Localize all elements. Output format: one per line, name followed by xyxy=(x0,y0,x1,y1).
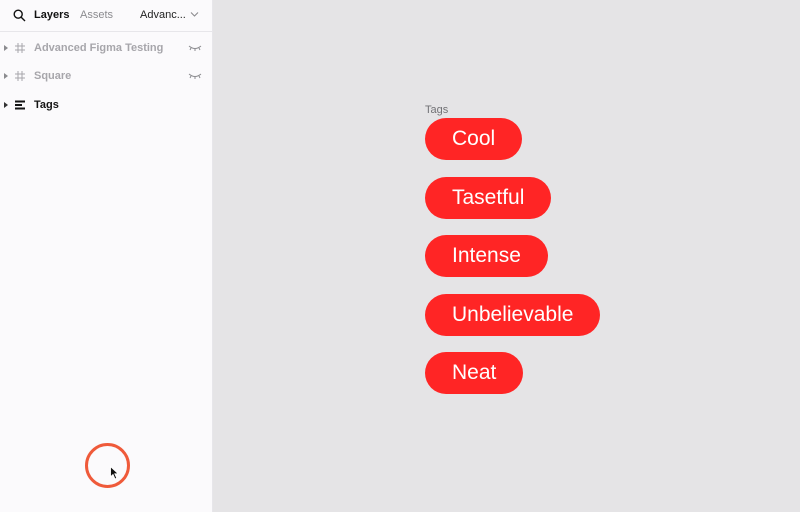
layer-item-tags[interactable]: Tags xyxy=(0,91,213,119)
tag-pill[interactable]: Cool xyxy=(425,118,523,160)
frame-icon xyxy=(15,71,25,81)
frame-title[interactable]: Tags xyxy=(425,104,448,117)
cursor-icon xyxy=(110,466,119,480)
caret-right-icon[interactable] xyxy=(3,101,9,109)
tab-layers[interactable]: Layers xyxy=(34,9,69,22)
chevron-down-icon[interactable] xyxy=(190,11,199,18)
layer-item-advanced-figma-testing[interactable]: Advanced Figma Testing xyxy=(0,34,213,62)
tab-assets[interactable]: Assets xyxy=(80,9,113,22)
auto-layout-icon xyxy=(15,100,25,110)
caret-right-icon[interactable] xyxy=(3,44,9,52)
search-icon[interactable] xyxy=(13,9,26,22)
sidebar-header: Layers Assets Advanc... xyxy=(0,0,213,32)
tag-pill[interactable]: Neat xyxy=(425,352,524,394)
layers-panel: Layers Assets Advanc... Advanced Figma T… xyxy=(0,0,213,512)
layer-label: Tags xyxy=(34,99,59,111)
page-select[interactable]: Advanc... xyxy=(140,9,186,22)
layer-label: Advanced Figma Testing xyxy=(34,42,164,54)
eye-closed-icon[interactable] xyxy=(188,44,202,52)
click-indicator xyxy=(85,443,130,488)
layer-item-square[interactable]: Square xyxy=(0,62,213,90)
tag-pill[interactable]: Unbelievable xyxy=(425,294,601,336)
layer-label: Square xyxy=(34,70,72,82)
tag-pill[interactable]: Tasetful xyxy=(425,177,552,219)
tag-pill[interactable]: Intense xyxy=(425,235,548,277)
eye-closed-icon[interactable] xyxy=(188,72,202,80)
caret-right-icon[interactable] xyxy=(3,72,9,80)
frame-icon xyxy=(15,43,25,53)
